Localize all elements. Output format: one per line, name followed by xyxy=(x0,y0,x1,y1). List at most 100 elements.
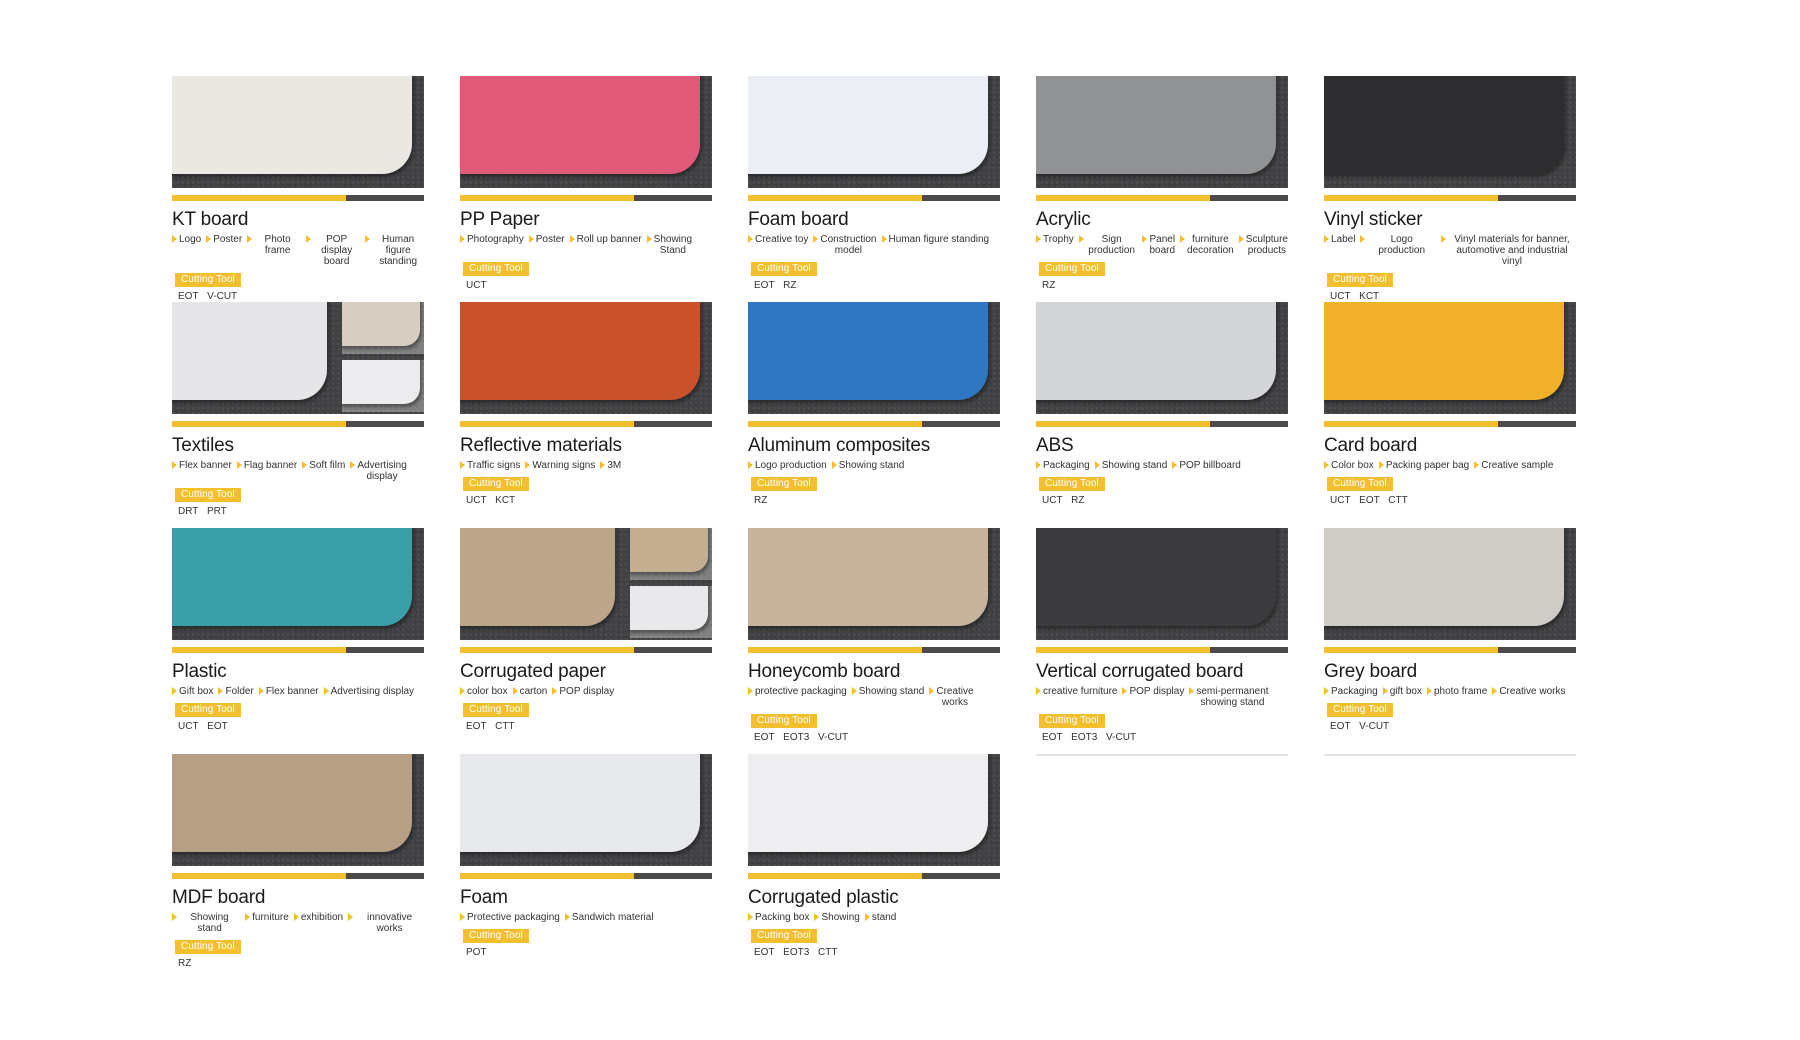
application-label: Construction model xyxy=(820,234,877,256)
application-item: gift box xyxy=(1382,686,1422,697)
application-item: carton xyxy=(512,686,547,697)
cutting-tool-list: UCT KCT xyxy=(466,495,516,506)
material-photo xyxy=(748,302,1000,414)
material-photo xyxy=(748,76,1000,188)
application-label: Logo production xyxy=(1378,234,1426,256)
divider-bar xyxy=(1036,195,1288,201)
application-label: Packing box xyxy=(755,912,810,923)
triangle-bullet-icon xyxy=(293,913,299,921)
cutting-tool-badge: Cutting Tool xyxy=(1327,273,1393,287)
application-label: photo frame xyxy=(1433,686,1488,697)
material-name: KT board xyxy=(172,209,249,230)
cutting-tool-badge: Cutting Tool xyxy=(751,477,817,491)
application-label: POP display board xyxy=(321,234,353,267)
material-card: Honeycomb board protective packaging Showi… xyxy=(748,528,1000,754)
material-name: Aluminum composites xyxy=(748,435,931,456)
application-label: Showing stand xyxy=(190,912,229,934)
application-item: protective packaging xyxy=(748,686,847,708)
cutting-tool-badge: Cutting Tool xyxy=(175,488,241,502)
divider-bar xyxy=(460,873,712,879)
application-item: Advertising display xyxy=(323,686,414,697)
application-list: Showing stand furniture exhibition innovati… xyxy=(172,912,424,934)
application-label: Sculpture products xyxy=(1245,234,1288,256)
divider-bar xyxy=(1324,421,1576,427)
application-item: POP display xyxy=(1122,686,1184,708)
application-list: Trophy Sign production Panel board furnitur… xyxy=(1036,234,1288,256)
triangle-bullet-icon xyxy=(306,235,312,243)
material-photo xyxy=(1324,302,1576,414)
material-name: Vertical corrugated board xyxy=(1036,661,1244,682)
application-item: color box xyxy=(460,686,508,697)
application-label: Trophy xyxy=(1043,234,1074,245)
application-label: Creative toy xyxy=(755,234,809,245)
triangle-bullet-icon xyxy=(1142,235,1148,243)
application-item: Vinyl materials for banner, automotive a… xyxy=(1440,234,1576,267)
triangle-bullet-icon xyxy=(1474,461,1480,469)
triangle-bullet-icon xyxy=(864,913,870,921)
application-list: Logo production Showing stand xyxy=(748,460,1000,471)
cutting-tool-badge: Cutting Tool xyxy=(1327,703,1393,717)
divider-bar xyxy=(748,873,1000,879)
application-list: protective packaging Showing stand Creativ… xyxy=(748,686,1000,708)
application-item: Sign production xyxy=(1078,234,1138,256)
material-name: PP Paper xyxy=(460,209,540,230)
triangle-bullet-icon xyxy=(748,687,753,695)
triangle-bullet-icon xyxy=(460,235,465,243)
divider-bar xyxy=(172,421,424,427)
application-item: innovative works xyxy=(348,912,424,934)
application-item: Traffic signs xyxy=(460,460,520,471)
triangle-bullet-icon xyxy=(528,235,534,243)
application-label: Soft film xyxy=(309,460,346,471)
material-photo xyxy=(748,754,1000,866)
divider-bar xyxy=(748,421,1000,427)
material-name: Reflective materials xyxy=(460,435,622,456)
material-photo xyxy=(460,302,712,414)
application-item: Flex banner xyxy=(258,686,319,697)
triangle-bullet-icon xyxy=(881,235,887,243)
triangle-bullet-icon xyxy=(1440,235,1446,243)
triangle-bullet-icon xyxy=(1324,687,1329,695)
empty-divider xyxy=(1324,754,1576,756)
application-list: Logo Poster Photo frame POP display board Hu… xyxy=(172,234,424,267)
cutting-tool-list: EOT RZ xyxy=(754,280,797,291)
application-label: Human figure standing xyxy=(379,234,418,267)
application-label: Gift box xyxy=(179,686,214,697)
triangle-bullet-icon xyxy=(206,235,212,243)
application-item: 3M xyxy=(600,460,621,471)
application-list: Label Logo production Vinyl materials for … xyxy=(1324,234,1576,267)
triangle-bullet-icon xyxy=(1078,235,1084,243)
cutting-tool-list: UCT xyxy=(466,280,487,291)
divider-bar xyxy=(172,873,424,879)
application-item: stand xyxy=(864,912,896,923)
material-photo xyxy=(172,528,424,640)
application-label: Creative works xyxy=(1499,686,1566,697)
material-detail-photo xyxy=(342,302,424,354)
divider-bar xyxy=(1036,647,1288,653)
material-name: Acrylic xyxy=(1036,209,1091,230)
application-label: Advertising display xyxy=(357,460,407,482)
material-name: Foam xyxy=(460,887,508,908)
triangle-bullet-icon xyxy=(929,687,935,695)
material-card: Vertical corrugated board creative furnit… xyxy=(1036,528,1288,754)
triangle-bullet-icon xyxy=(1036,461,1041,469)
triangle-bullet-icon xyxy=(525,461,531,469)
application-item: Creative toy xyxy=(748,234,808,256)
cutting-tool-badge: Cutting Tool xyxy=(463,703,529,717)
cutting-tool-badge: Cutting Tool xyxy=(751,714,817,728)
application-item: Photo frame xyxy=(247,234,301,267)
application-item: Packing box xyxy=(748,912,809,923)
application-item: Showing Stand xyxy=(646,234,692,256)
application-label: Packaging xyxy=(1331,686,1378,697)
application-label: Protective packaging xyxy=(467,912,560,923)
application-label: Poster xyxy=(213,234,243,245)
application-label: protective packaging xyxy=(755,686,847,697)
triangle-bullet-icon xyxy=(1324,235,1329,243)
application-item: Photography xyxy=(460,234,524,256)
application-label: Flex banner xyxy=(179,460,232,471)
application-label: Color box xyxy=(1331,460,1374,471)
material-photo xyxy=(1324,528,1576,640)
application-label: Folder xyxy=(225,686,254,697)
material-card: Foam Protective packaging Sandwich materia… xyxy=(460,754,712,980)
material-card: Plastic Gift box Folder Flex banner Advertis… xyxy=(172,528,424,754)
material-card: PP Paper Photography Poster Roll up banner S… xyxy=(460,76,712,302)
